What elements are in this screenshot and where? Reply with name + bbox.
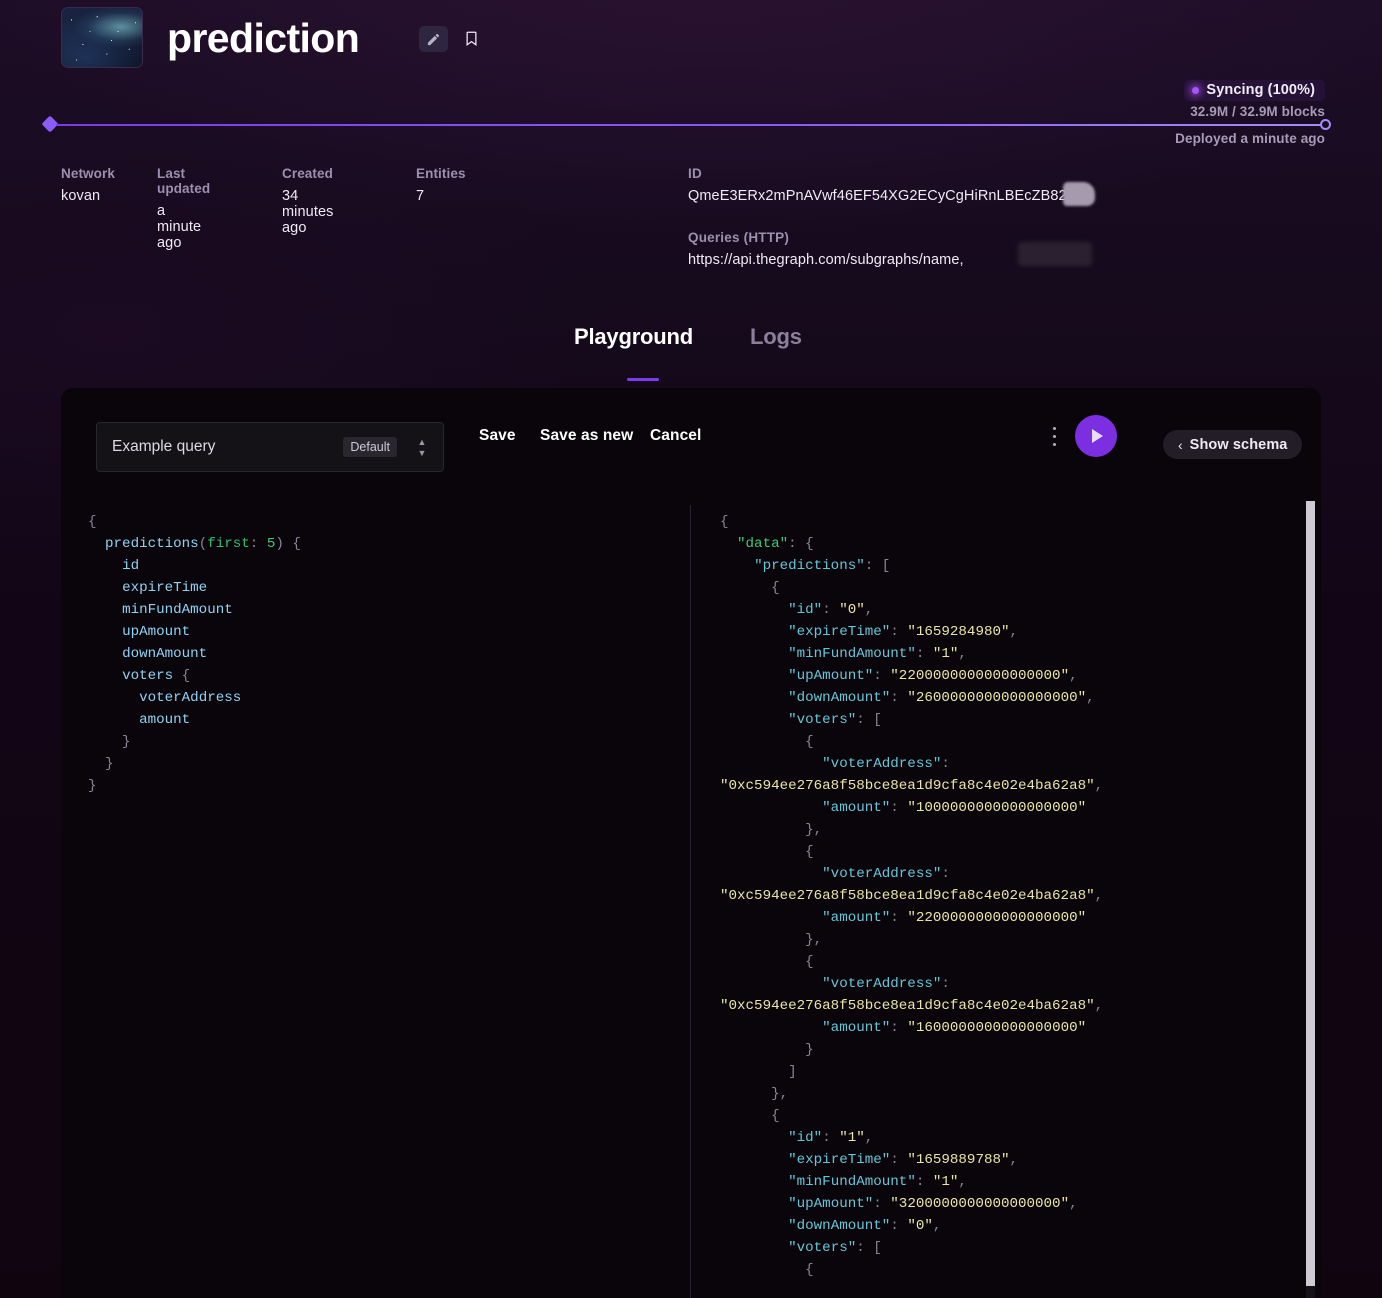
query-select-name: Example query [112, 438, 216, 455]
id-value[interactable]: QmeE3ERx2mPnAVwf46EF54XG2ECyCgHiRnLBEcZB… [688, 188, 1083, 204]
subgraph-thumbnail [61, 7, 143, 68]
id-label: ID [688, 166, 702, 181]
galaxy-stars-icon [62, 8, 142, 67]
bookmark-icon [466, 31, 476, 46]
meta-network-label: Network [61, 166, 115, 181]
meta-network-value: kovan [61, 188, 101, 204]
chevron-left-icon: ‹ [1178, 436, 1183, 453]
sync-dot-icon [1192, 86, 1200, 94]
more-vertical-icon[interactable] [1046, 419, 1062, 453]
tab-active-indicator [627, 378, 659, 381]
sync-progress-bar [56, 124, 1326, 126]
deployed-timestamp: Deployed a minute ago [1175, 131, 1325, 146]
meta-last-updated: Last updated a minute ago [157, 166, 210, 251]
meta-entities-label: Entities [416, 166, 466, 181]
progress-end-marker [1320, 119, 1331, 130]
query-result: { "data": { "predictions": [ { "id": "0"… [720, 514, 1104, 1278]
result-scrollbar-thumb[interactable] [1306, 501, 1315, 1286]
cancel-button[interactable]: Cancel [650, 427, 701, 445]
query-default-badge: Default [343, 437, 397, 457]
meta-created-value: 34 minutes ago [282, 188, 334, 236]
page-header: prediction Syncing (100%) 32.9M / 32.9M … [0, 0, 1382, 300]
play-icon [1092, 429, 1103, 443]
edit-name-button[interactable] [419, 26, 448, 52]
id-copy-button-blurred[interactable] [1063, 182, 1095, 206]
show-schema-button[interactable]: ‹ Show schema [1163, 430, 1303, 459]
bookmark-button[interactable] [460, 25, 482, 51]
sync-status-badge: Syncing (100%) [1184, 80, 1325, 101]
meta-created-label: Created [282, 166, 333, 181]
queries-copy-button-blurred[interactable] [1018, 242, 1092, 266]
run-query-button[interactable] [1075, 415, 1117, 457]
save-as-new-button[interactable]: Save as new [540, 427, 633, 445]
panel-divider [690, 505, 691, 1298]
pencil-icon [427, 33, 440, 45]
tab-bar: Playground Logs [0, 324, 1382, 386]
query-editor[interactable]: { predictions(first: 5) { id expireTime … [88, 511, 678, 797]
meta-entities-value: 7 [416, 188, 425, 204]
blocks-count: 32.9M / 32.9M blocks [1190, 104, 1325, 119]
query-stepper-icon[interactable]: ▲ ▼ [409, 437, 435, 457]
playground-panel: Example query Default ▲ ▼ Save Save as ne… [61, 388, 1321, 1298]
meta-created: Created 34 minutes ago [282, 166, 333, 236]
sync-status-label: Syncing (100%) [1206, 82, 1315, 98]
meta-entities: Entities 7 [416, 166, 466, 204]
tab-logs[interactable]: Logs [750, 324, 802, 350]
meta-network: Network kovan [61, 166, 115, 204]
save-button[interactable]: Save [479, 427, 516, 445]
meta-last-updated-label: Last updated [157, 166, 211, 196]
page-title: prediction [167, 15, 360, 61]
tab-playground[interactable]: Playground [574, 324, 693, 350]
query-select[interactable]: Example query Default ▲ ▼ [96, 422, 444, 472]
show-schema-label: Show schema [1189, 436, 1288, 453]
meta-last-updated-value: a minute ago [157, 203, 202, 251]
